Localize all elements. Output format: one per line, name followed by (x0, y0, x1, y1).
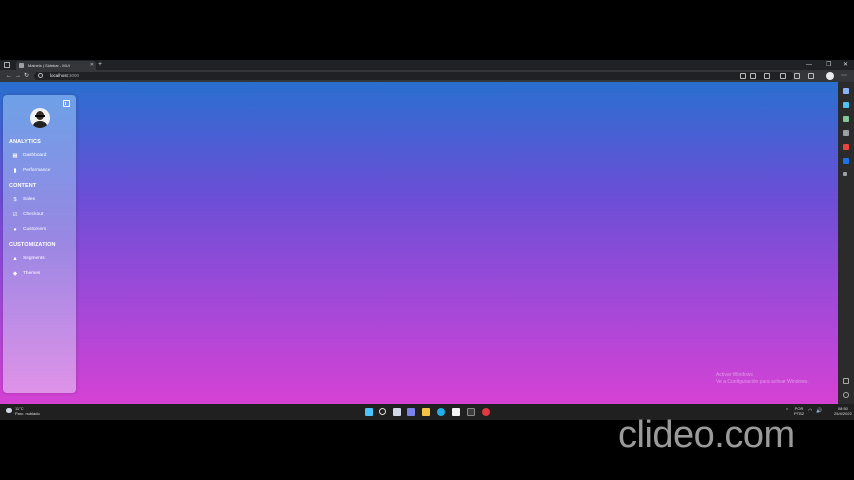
windows-activation-watermark: Activar Windows Ve a Configuración para … (716, 372, 809, 386)
sidebar-item-label: Themes (23, 271, 41, 276)
store-icon[interactable] (452, 408, 460, 416)
bar-chart-icon: ▮ (13, 168, 17, 174)
avatar[interactable] (30, 108, 50, 128)
watermark-line-2: Ve a Configuración para activar Windows. (716, 379, 809, 385)
tools-icon[interactable] (843, 116, 849, 122)
site-info-icon[interactable] (38, 73, 43, 78)
section-customization: CUSTOMIZATION (9, 242, 56, 248)
sidebar-item-label: Checkout (23, 212, 44, 217)
edge-icon[interactable] (437, 408, 445, 416)
split-screen-icon[interactable] (843, 378, 849, 384)
edge-sidebar (838, 82, 854, 404)
browser-tab-bar: Mainels | Sidebar - MUI ✕ + — ❐ ✕ (0, 60, 854, 70)
extensions-icon[interactable] (780, 73, 786, 79)
settings-icon[interactable] (843, 392, 849, 398)
url-input[interactable]: localhost:3000 (34, 72, 794, 80)
minimize-button[interactable]: — (806, 60, 812, 70)
avatar-body (33, 121, 47, 128)
sidebar-item-label: Customers (23, 227, 47, 232)
close-window-button[interactable]: ✕ (843, 60, 848, 70)
clock-date: 25/4/2022 (834, 410, 852, 416)
sidebar-item-dashboard[interactable]: ▦ Dashboard (12, 152, 46, 160)
sidebar-item-checkout[interactable]: ☑ Checkout (12, 211, 44, 219)
outlook-icon[interactable] (843, 158, 849, 164)
tab-close-icon[interactable]: ✕ (90, 61, 94, 70)
address-bar-row: ← → ↻ localhost:3000 ⋯ (0, 70, 854, 82)
profile-avatar[interactable] (826, 72, 834, 80)
collapse-sidebar-icon[interactable] (63, 100, 70, 107)
checkbox-icon: ☑ (12, 212, 18, 218)
segments-icon: ▲ (12, 256, 18, 262)
url-port: :3000 (67, 73, 80, 78)
page-content: ANALYTICS ▦ Dashboard ▮ Performance CONT… (0, 82, 838, 404)
new-tab-button[interactable]: + (98, 60, 102, 70)
wifi-icon[interactable]: ◠ (808, 408, 812, 414)
volume-icon[interactable]: 🔊 (816, 408, 822, 414)
dollar-icon: $ (13, 197, 17, 203)
sidebar-item-segments[interactable]: ▲ Segments (12, 255, 45, 263)
section-content: CONTENT (9, 183, 37, 189)
sidebar-item-themes[interactable]: ◆ Themes (12, 270, 40, 278)
clock[interactable]: 08:50 25/4/2022 (834, 406, 852, 416)
windows-start-icon[interactable] (365, 408, 373, 416)
person-icon: ● (13, 227, 17, 233)
favorite-icon[interactable] (764, 73, 770, 79)
browser-tab[interactable]: Mainels | Sidebar - MUI ✕ (16, 61, 96, 70)
add-icon[interactable] (843, 172, 847, 176)
games-icon[interactable] (843, 130, 849, 136)
url-host: localhost (50, 73, 68, 78)
sidebar-item-label: Sales (23, 197, 35, 202)
search-icon[interactable] (379, 408, 386, 415)
section-analytics: ANALYTICS (9, 139, 41, 145)
forward-icon[interactable]: → (15, 70, 21, 82)
dashboard-icon: ▦ (12, 153, 18, 159)
browser-menu-icon[interactable]: ⋯ (841, 70, 847, 82)
sidebar-item-label: Dashboard (23, 153, 47, 158)
clideo-watermark: clideo.com (618, 414, 795, 456)
sidebar-item-performance[interactable]: ▮ Performance (12, 167, 50, 175)
favorites-bar-icon[interactable] (794, 73, 800, 79)
zoom-icon[interactable] (740, 73, 746, 79)
office-icon[interactable] (843, 144, 849, 150)
sidebar-item-label: Performance (23, 168, 51, 173)
collections-icon[interactable] (808, 73, 814, 79)
tab-title: Mainels | Sidebar - MUI (28, 63, 70, 68)
sidebar: ANALYTICS ▦ Dashboard ▮ Performance CONT… (3, 95, 76, 393)
task-view-icon[interactable] (393, 408, 401, 416)
file-explorer-icon[interactable] (422, 408, 430, 416)
weather-widget[interactable]: 11°C Parc. nublado (6, 406, 40, 416)
app-icon[interactable] (482, 408, 490, 416)
back-icon[interactable]: ← (6, 70, 12, 82)
sidebar-item-customers[interactable]: ● Customers (12, 226, 46, 234)
window-menu-icon[interactable] (4, 62, 10, 68)
screen: Mainels | Sidebar - MUI ✕ + — ❐ ✕ ← → ↻ … (0, 60, 854, 420)
watermark-line-1: Activar Windows (716, 372, 753, 378)
shopping-icon[interactable] (843, 102, 849, 108)
favicon-icon (19, 63, 24, 68)
weather-desc: Parc. nublado (15, 410, 40, 416)
chat-icon[interactable] (407, 408, 415, 416)
lang-layout: PTB2 (794, 410, 805, 416)
cloud-icon (6, 408, 12, 413)
avatar-sunglasses (35, 115, 45, 117)
sidebar-item-sales[interactable]: $ Sales (12, 196, 35, 204)
maximize-button[interactable]: ❐ (826, 60, 831, 70)
language-indicator[interactable]: POR PTB2 (794, 406, 805, 416)
terminal-icon[interactable] (467, 408, 475, 416)
palette-icon: ◆ (12, 271, 18, 277)
reload-icon[interactable]: ↻ (24, 70, 29, 82)
search-icon[interactable] (843, 88, 849, 94)
read-aloud-icon[interactable] (750, 73, 756, 79)
sidebar-item-label: Segments (23, 256, 45, 261)
